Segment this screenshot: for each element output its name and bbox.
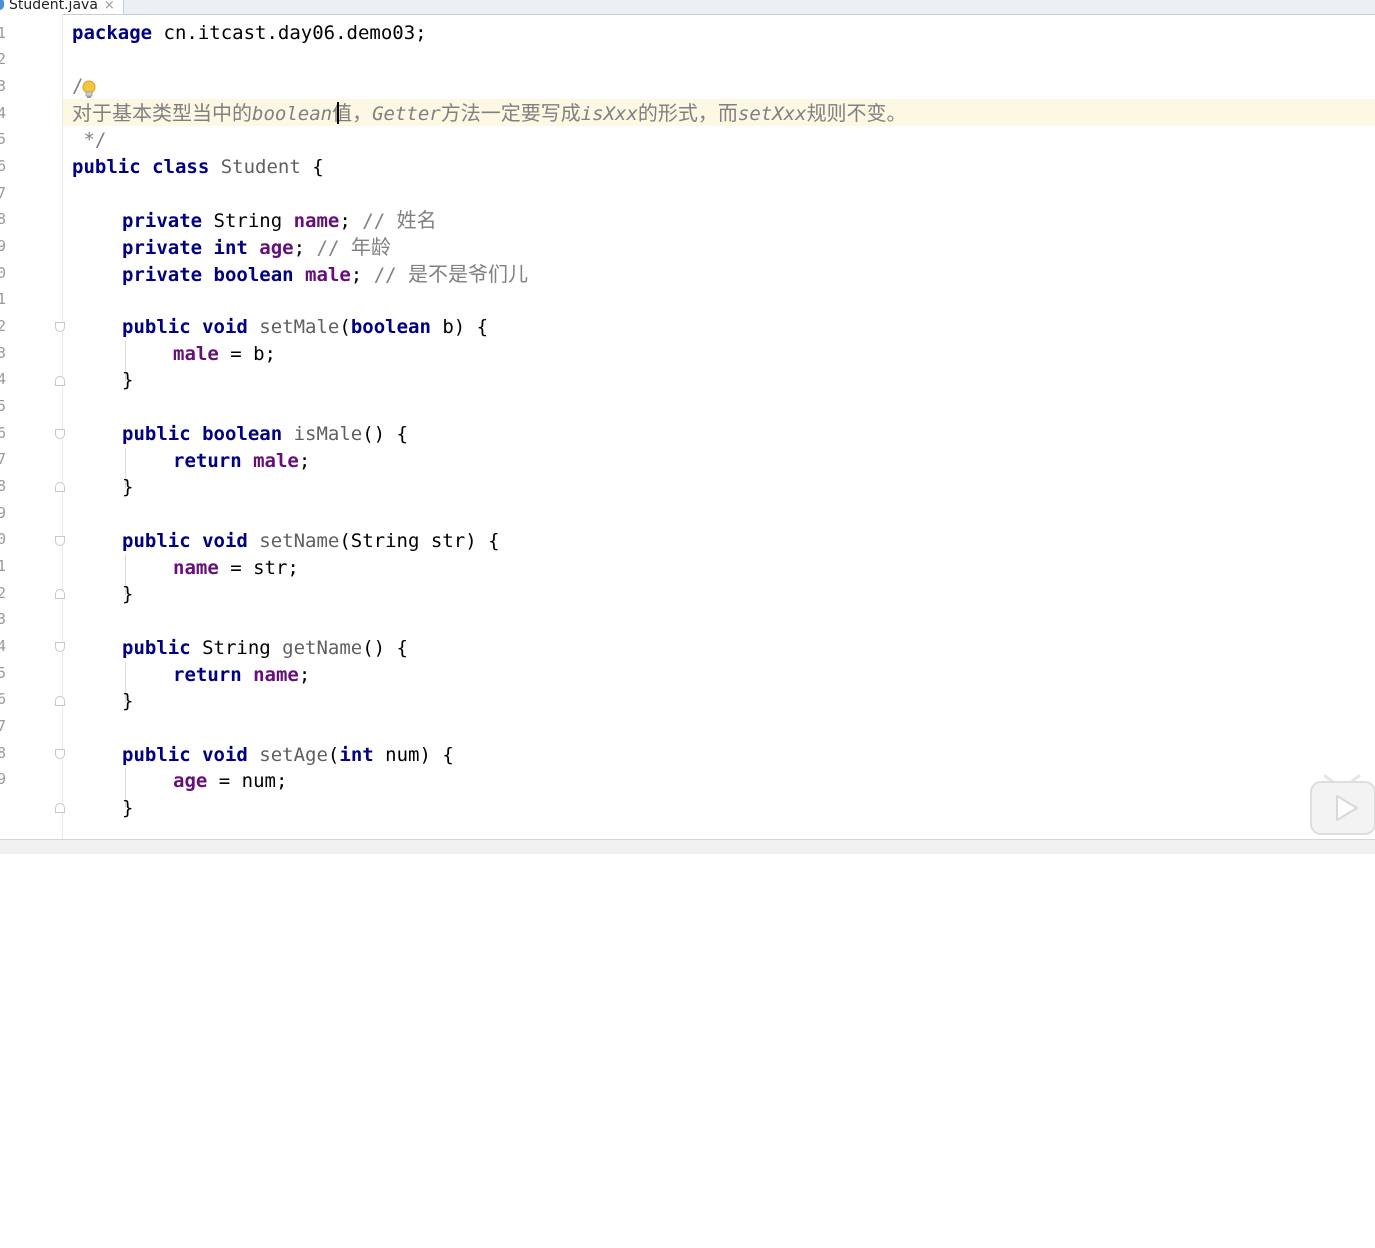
code-editor[interactable]: package cn.itcast.day06.demo03; / 对于基本类型… <box>72 20 1375 1248</box>
code-line: male = b; <box>173 343 276 365</box>
code-line: public boolean isMale() { <box>122 423 408 445</box>
line-number: 6 <box>0 690 7 708</box>
line-number: 3 <box>0 77 7 95</box>
line-number: 2 <box>0 50 7 68</box>
line-number: 1 <box>0 557 7 575</box>
editor-tab-bar: Student.java × <box>0 0 1375 15</box>
code-line: private int age; // 年龄 <box>122 235 391 259</box>
fold-end-icon[interactable] <box>55 589 65 599</box>
line-number: 2 <box>0 584 7 602</box>
line-number: 4 <box>0 637 7 655</box>
code-line: public void setMale(boolean b) { <box>122 316 489 338</box>
line-number: 7 <box>0 184 7 202</box>
code-line: public class Student { <box>72 156 324 178</box>
java-file-icon <box>0 0 4 10</box>
text-cursor <box>337 102 339 124</box>
status-bar <box>0 839 1375 854</box>
code-line: public void setName(String str) { <box>122 530 500 552</box>
line-number: 1 <box>0 24 7 42</box>
line-number: 1 <box>0 290 7 308</box>
fold-end-icon[interactable] <box>55 803 65 813</box>
line-number: 5 <box>0 664 7 682</box>
line-number: 6 <box>0 424 7 442</box>
line-number: 8 <box>0 210 7 228</box>
play-icon[interactable] <box>1309 770 1375 836</box>
fold-collapse-icon[interactable] <box>55 536 65 546</box>
code-line: package cn.itcast.day06.demo03; <box>72 22 427 44</box>
code-line: } <box>122 369 134 391</box>
code-line: */ <box>72 129 107 151</box>
fold-end-icon[interactable] <box>55 482 65 492</box>
line-number: 4 <box>0 104 7 122</box>
line-number: 4 <box>0 370 7 388</box>
line-number: 0 <box>0 530 7 548</box>
line-number: 0 <box>0 264 7 282</box>
fold-end-icon[interactable] <box>55 376 65 386</box>
line-number: 8 <box>0 477 7 495</box>
fold-collapse-icon[interactable] <box>55 322 65 332</box>
code-line: } <box>122 690 134 712</box>
line-number: 9 <box>0 504 7 522</box>
line-number: 7 <box>0 717 7 735</box>
code-line: return name; <box>173 664 311 686</box>
lightbulb-icon[interactable] <box>82 80 96 100</box>
close-icon[interactable]: × <box>104 0 115 13</box>
line-number: 5 <box>0 130 7 148</box>
fold-end-icon[interactable] <box>55 696 65 706</box>
line-number: 5 <box>0 397 7 415</box>
code-line: public String getName() { <box>122 637 408 659</box>
code-line: } <box>122 797 134 819</box>
line-number-gutter[interactable]: 1 2 3 4 5 6 7 8 9 0 1 2 3 4 5 6 7 8 9 0 … <box>0 14 65 839</box>
code-line: } <box>122 583 134 605</box>
line-number: 7 <box>0 450 7 468</box>
tab-label: Student.java <box>9 0 98 13</box>
line-number: 6 <box>0 157 7 175</box>
fold-collapse-icon[interactable] <box>55 749 65 759</box>
line-number: 8 <box>0 744 7 762</box>
code-line-current: 对于基本类型当中的boolean值，Getter方法一定要写成isXxx的形式，… <box>72 101 907 125</box>
code-line: age = num; <box>173 770 288 792</box>
code-line: private boolean male; // 是不是爷们儿 <box>122 262 529 286</box>
code-line: return male; <box>173 450 311 472</box>
fold-collapse-icon[interactable] <box>55 429 65 439</box>
tab-student-java[interactable]: Student.java × <box>0 0 124 15</box>
line-number: 2 <box>0 317 7 335</box>
line-number: 9 <box>0 237 7 255</box>
code-line: private String name; // 姓名 <box>122 208 437 232</box>
line-number: 9 <box>0 770 7 788</box>
line-number: 3 <box>0 610 7 628</box>
fold-collapse-icon[interactable] <box>55 642 65 652</box>
code-line: public void setAge(int num) { <box>122 744 454 766</box>
line-number: 3 <box>0 344 7 362</box>
code-line: name = str; <box>173 557 299 579</box>
code-line: } <box>122 476 134 498</box>
